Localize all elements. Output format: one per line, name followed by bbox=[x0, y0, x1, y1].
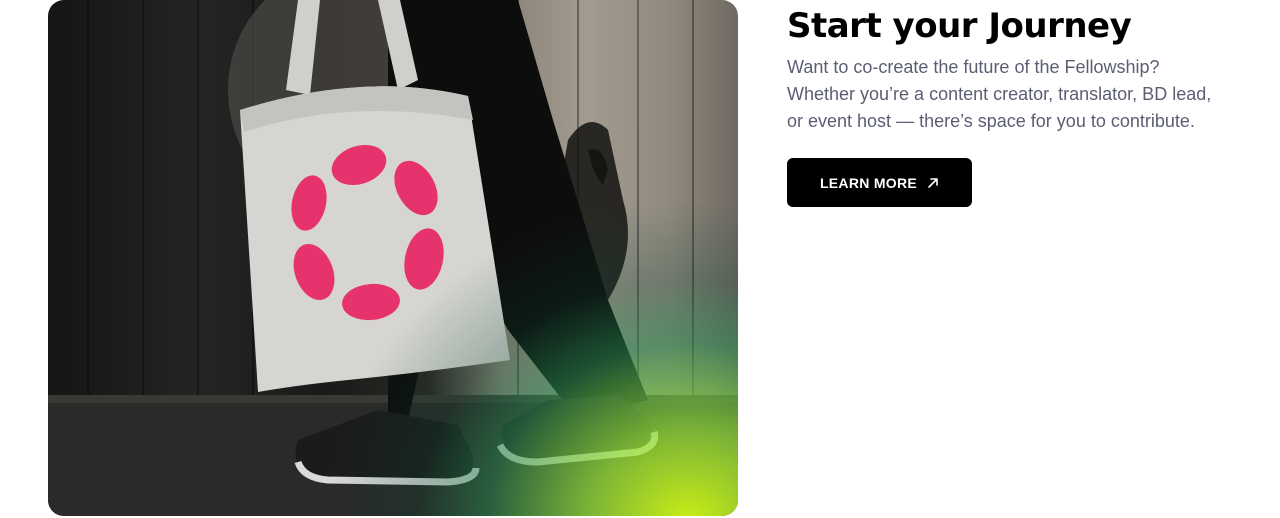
section-title: Start your Journey bbox=[787, 6, 1132, 46]
journey-section: Start your Journey Want to co-create the… bbox=[0, 0, 1280, 518]
section-description: Want to co-create the future of the Fell… bbox=[787, 57, 1212, 131]
tote-bag-photo bbox=[48, 0, 738, 516]
photo-illustration bbox=[48, 0, 738, 516]
learn-more-button[interactable]: LEARN MORE bbox=[787, 158, 972, 207]
learn-more-label: LEARN MORE bbox=[819, 174, 918, 191]
arrow-up-right-icon bbox=[927, 177, 939, 189]
